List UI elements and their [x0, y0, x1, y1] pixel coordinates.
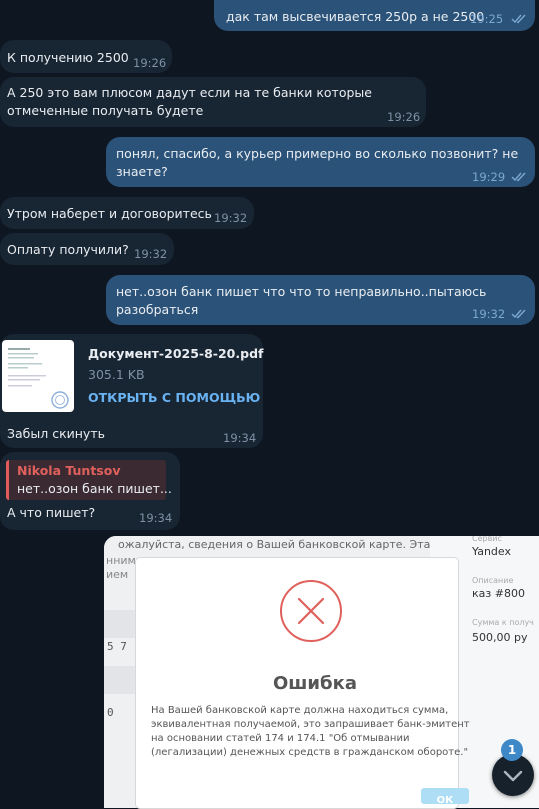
document-size: 305.1 KB [88, 367, 145, 382]
message-reply[interactable]: Nikola Tuntsov нет..озон банк пишет... А… [0, 452, 180, 530]
message-outgoing[interactable]: дак там высвечивается 250р а не 2500 19:… [214, 0, 535, 31]
screenshot-text: 500,00 ру [472, 631, 528, 644]
screenshot-text: каз #800 [472, 587, 525, 600]
dialog-message-line: На Вашей банковской карте должна находит… [151, 705, 449, 716]
document-caption: Забыл скинуть [7, 426, 105, 441]
read-ticks-icon [511, 309, 526, 319]
message-text-line: отмеченные получать будете [7, 103, 204, 118]
message-text: К получению 2500 [7, 50, 129, 65]
message-text: Оплату получили? [7, 242, 129, 257]
ok-button-label: ОК [436, 795, 454, 806]
screenshot-text: ием [106, 568, 129, 581]
message-time: 19:32 [214, 211, 248, 225]
read-ticks-icon [511, 14, 526, 24]
message-text: Утром наберет и договоритесь [7, 206, 212, 221]
message-text: А что пишет? [7, 505, 96, 520]
message-outgoing[interactable]: нет..озон банк пишет что что то неправил… [106, 275, 535, 325]
screenshot-text: ожалуйста, сведения о Вашей банковской к… [118, 538, 431, 551]
document-thumbnail[interactable] [2, 340, 74, 412]
dialog-message-line: эквивалентная получаемой, это запрашивае… [151, 719, 470, 730]
message-document[interactable]: Документ-2025-8-20.pdf 305.1 KB ОТКРЫТЬ … [0, 334, 263, 448]
reply-author: Nikola Tuntsov [17, 463, 121, 478]
message-time: 19:29 [472, 170, 506, 184]
screenshot-text: Yandex [472, 545, 511, 558]
message-outgoing[interactable]: понял, спасибо, а курьер примерно во ско… [106, 137, 535, 187]
message-text-line: нет..озон банк пишет что что то неправил… [116, 284, 487, 299]
screenshot-text: 5 7 [107, 640, 127, 653]
message-time: 19:26 [387, 110, 421, 124]
error-icon [280, 580, 342, 642]
pdf-preview-icon [8, 348, 69, 409]
message-text-line: понял, спасибо, а курьер примерно во ско… [116, 146, 519, 161]
reply-quote[interactable]: Nikola Tuntsov нет..озон банк пишет... [6, 460, 172, 500]
message-time: 19:34 [223, 431, 257, 445]
message-incoming[interactable]: К получению 2500 19:26 [0, 40, 172, 73]
open-with-button[interactable]: ОТКРЫТЬ С ПОМОЩЬЮ [88, 389, 260, 407]
ok-button[interactable]: ОК [421, 788, 469, 806]
message-text-line: знаете? [116, 164, 168, 179]
message-incoming[interactable]: Утром наберет и договоритесь 19:32 [0, 197, 254, 229]
message-incoming[interactable]: Оплату получили? 19:32 [0, 233, 174, 265]
message-incoming[interactable]: А 250 это вам плюсом дадут если на те ба… [0, 77, 426, 127]
message-text: дак там высвечивается 250р а не 2500 [226, 9, 485, 24]
message-text-line: разобраться [116, 302, 199, 317]
document-name: Документ-2025-8-20.pdf [88, 346, 264, 361]
error-dialog: Ошибка На Вашей банковской карте должна … [136, 558, 470, 808]
message-text-line: А 250 это вам плюсом дадут если на те ба… [7, 85, 372, 100]
dialog-message-line: на основании статей 174 и 174.1 "Об отмы… [151, 733, 410, 744]
dialog-message-line: (легализации) денежных средств в граждан… [151, 747, 469, 758]
message-time: 19:32 [134, 247, 168, 261]
reply-text: нет..озон банк пишет... [17, 481, 172, 496]
screenshot-text: 0 [107, 706, 114, 719]
dialog-title: Ошибка [273, 673, 357, 694]
message-time: 19:32 [472, 307, 506, 321]
message-time: 19:25 [470, 12, 504, 26]
message-time: 19:26 [133, 56, 167, 70]
unread-count-badge: 1 [501, 739, 523, 761]
read-ticks-icon [511, 172, 526, 182]
message-time: 19:34 [139, 511, 173, 525]
